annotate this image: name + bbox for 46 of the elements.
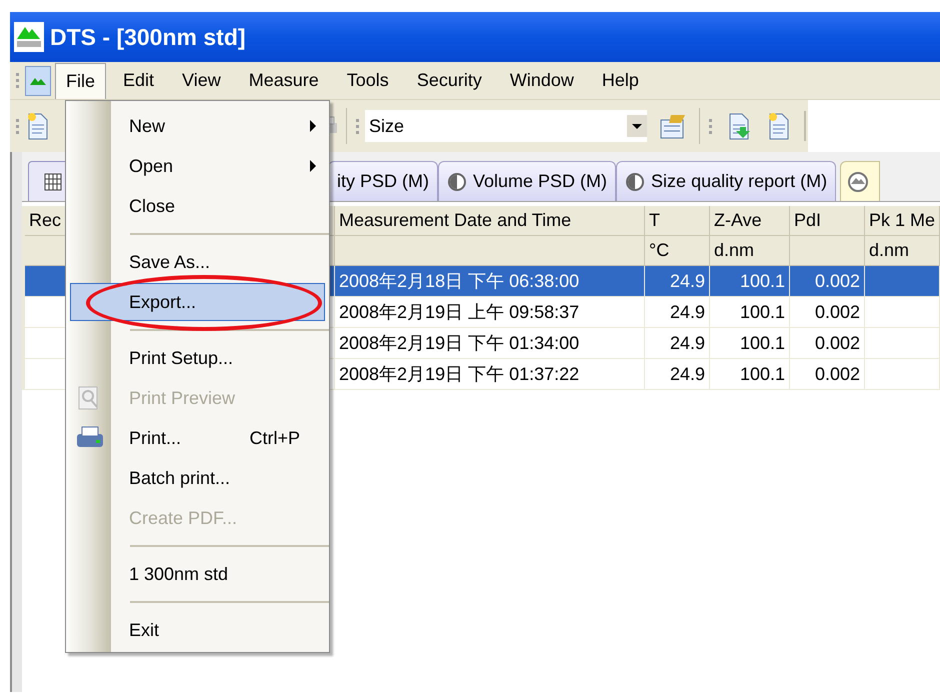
app-logo-icon <box>14 22 44 52</box>
toolbar-grip[interactable] <box>709 118 712 134</box>
table-cell: 100.1 <box>710 359 790 390</box>
tab[interactable]: Volume PSD (M) <box>438 161 616 201</box>
circle-half-icon <box>447 172 467 192</box>
unit-header: d.nm <box>865 236 940 266</box>
column-header[interactable]: Z-Ave <box>710 206 790 236</box>
menu-option[interactable]: Open <box>70 154 325 178</box>
unit-header: °C <box>645 236 710 266</box>
menu-item[interactable]: Tools <box>336 62 400 98</box>
table-cell: 0.002 <box>790 359 865 390</box>
menu-option[interactable]: Close <box>70 194 325 218</box>
menu-item[interactable]: File <box>55 62 106 98</box>
menu-item[interactable]: Window <box>498 62 585 98</box>
toolbar-grip[interactable] <box>356 118 359 134</box>
menu-option[interactable]: Print... Ctrl+P <box>70 426 325 450</box>
menu-item[interactable]: View <box>171 62 232 98</box>
toolbar-grip[interactable] <box>16 118 19 134</box>
table-cell: 24.9 <box>645 359 710 390</box>
column-header[interactable]: Measurement Date and Time <box>335 206 645 236</box>
menu-item[interactable]: Measure <box>238 62 330 98</box>
mountain-icon <box>847 170 870 192</box>
document-icon[interactable] <box>25 66 51 96</box>
table-cell: 2008年2月19日 下午 01:37:22 <box>335 359 645 390</box>
tab[interactable]: Size quality report (M) <box>616 161 836 201</box>
menu-option[interactable]: 1 300nm std <box>70 562 325 586</box>
menu-option[interactable]: Export... <box>70 283 325 321</box>
menu-item[interactable]: Help <box>590 62 650 98</box>
column-header[interactable]: T <box>645 206 710 236</box>
submenu-arrow-icon <box>310 160 316 172</box>
menu-item[interactable]: Security <box>406 62 493 98</box>
view-combo[interactable]: Size <box>365 110 647 142</box>
submenu-arrow-icon <box>310 120 316 132</box>
column-header[interactable]: Pk 1 Me <box>865 206 940 236</box>
menu-option[interactable]: Batch print... <box>70 466 325 490</box>
menu-option[interactable]: Exit <box>70 618 325 642</box>
menu-option[interactable]: New <box>70 114 325 138</box>
unit-header: d.nm <box>710 236 790 266</box>
column-header[interactable]: PdI <box>790 206 865 236</box>
tab[interactable] <box>840 161 880 201</box>
tab[interactable]: ity PSD (M) <box>328 161 438 201</box>
circle-half-icon <box>625 172 646 192</box>
toolbar-grip[interactable] <box>16 73 19 88</box>
menu-item[interactable]: Edit <box>112 62 166 98</box>
grid-icon <box>44 172 62 190</box>
window-title: DTS - [300nm std] <box>50 22 246 52</box>
